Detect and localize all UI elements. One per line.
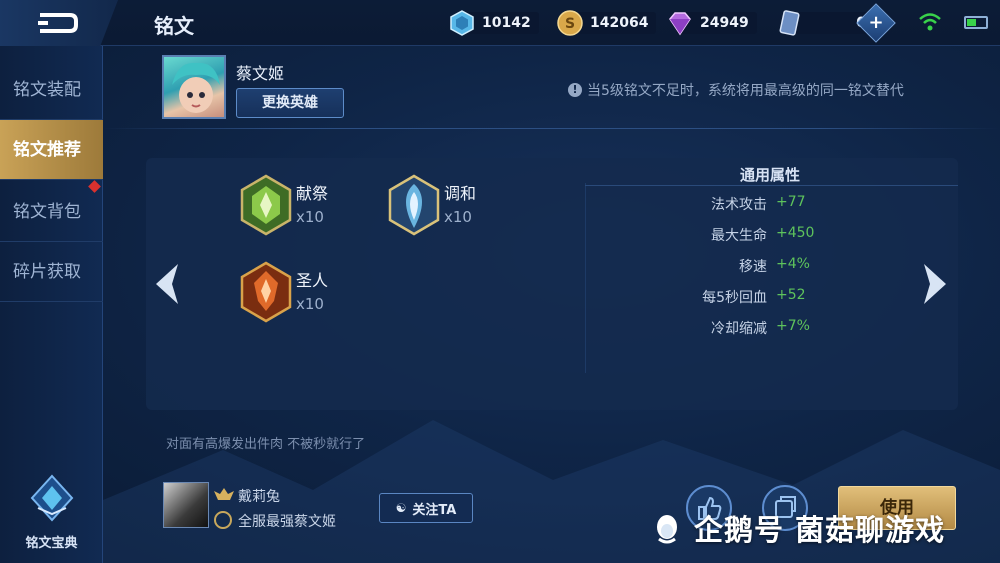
rune-name: 圣人 [296,271,329,290]
attribute-value: +450 [776,225,815,241]
panel-divider [585,183,586,373]
divider [103,128,1000,129]
attribute-row: 法术攻击 +77 [600,194,900,218]
attribute-value: +52 [776,287,806,303]
sidebar-item-label: 铭文背包 [13,202,81,222]
attribute-name: 最大生命 [711,228,767,244]
rune-count: x10 [296,295,324,313]
attribute-name: 法术攻击 [711,197,767,213]
notice: ! 当5级铭文不足时，系统将用最高级的同一铭文替代 [568,80,904,100]
hero-face-icon [172,62,220,113]
hero-name: 蔡文姬 [236,64,285,83]
add-currency-button[interactable]: + [856,3,896,43]
attribute-value: +4% [776,256,810,272]
rune-screen: 铭文 10142 S 142064 24949 + 铭文装配 铭文推荐 铭文背包… [0,0,1000,563]
top-bar: 铭文 10142 S 142064 24949 + [0,0,1000,46]
wifi-icon [919,13,941,31]
rune-count: x10 [296,208,324,226]
attribute-row: 最大生命 +450 [600,225,900,249]
sidebar-item-label: 碎片获取 [13,262,81,282]
back-button[interactable] [0,0,118,46]
notification-dot [88,180,101,193]
follow-label: 关注TA [412,502,457,518]
watermark-text: 企鹅号 菌菇聊游戏 [694,513,946,547]
svg-text:S: S [565,16,575,32]
rune-red-icon [240,261,292,323]
sidebar-item-label: 铭文推荐 [13,140,81,160]
add-friend-icon: ☯ [395,501,407,515]
attribute-row: 移速 +4% [600,256,900,280]
rune-item[interactable]: 献祭 x10 [238,174,388,238]
rune-item[interactable]: 圣人 x10 [238,261,388,325]
ticket-icon [779,10,800,36]
wing-medal-icon [214,488,234,500]
rune-codex-button[interactable]: 铭文宝典 [0,466,103,561]
diamond-currency: 24949 [666,10,757,36]
attribute-name: 冷却缩减 [711,321,767,337]
plus-icon: + [868,12,884,33]
penguin-logo-icon [657,515,677,544]
sidebar: 铭文装配 铭文推荐 铭文背包 碎片获取 铭文宝典 [0,46,103,563]
rune-name: 献祭 [296,184,329,203]
codex-label: 铭文宝典 [25,536,78,551]
next-arrow-button[interactable] [918,260,952,308]
rune-item[interactable]: 调和 x10 [386,174,536,238]
coin-currency: S 142064 [556,10,657,36]
author-name: 戴莉兔 [238,489,280,505]
notice-text: 当5级铭文不足时，系统将用最高级的同一铭文替代 [587,83,904,99]
change-hero-button[interactable]: 更换英雄 [236,88,344,118]
back-icon [38,13,78,33]
attributes-divider [585,185,958,186]
codex-icon [30,474,73,522]
hero-portrait [162,55,226,119]
attribute-row: 每5秒回血 +52 [600,287,900,311]
attributes-title: 通用属性 [739,166,800,184]
watermark: 企鹅号 菌菇聊游戏 [650,507,945,549]
attribute-value: +77 [776,194,806,210]
attribute-name: 移速 [739,259,767,275]
rune-blue-icon [388,174,440,236]
info-icon: ! [568,83,582,97]
battery-icon [964,16,988,29]
title-badge-icon [214,511,232,529]
follow-button[interactable]: ☯ 关注TA [379,493,473,523]
author-avatar[interactable] [163,482,209,528]
rune-name: 调和 [444,184,477,203]
coin-icon: S [557,10,583,36]
sidebar-item-label: 铭文装配 [13,80,81,100]
sidebar-item-rune-recommend[interactable]: 铭文推荐 [0,120,103,180]
gem-currency: 10142 [448,10,539,36]
rune-count: x10 [444,208,472,226]
attribute-row: 冷却缩减 +7% [600,318,900,342]
sidebar-item-fragments[interactable]: 碎片获取 [0,242,103,302]
page-title: 铭文 [154,14,194,38]
author-title: 全服最强蔡文姬 [238,514,336,530]
gem-icon [450,10,474,36]
diamond-icon [669,12,691,36]
sidebar-item-rune-bag[interactable]: 铭文背包 [0,180,103,242]
prev-arrow-button[interactable] [150,260,184,308]
rune-green-icon [240,174,292,236]
attribute-name: 每5秒回血 [702,290,767,306]
sidebar-item-rune-setup[interactable]: 铭文装配 [0,60,103,120]
build-description: 对面有高爆发出件肉 不被秒就行了 [166,437,366,452]
attribute-value: +7% [776,318,810,334]
